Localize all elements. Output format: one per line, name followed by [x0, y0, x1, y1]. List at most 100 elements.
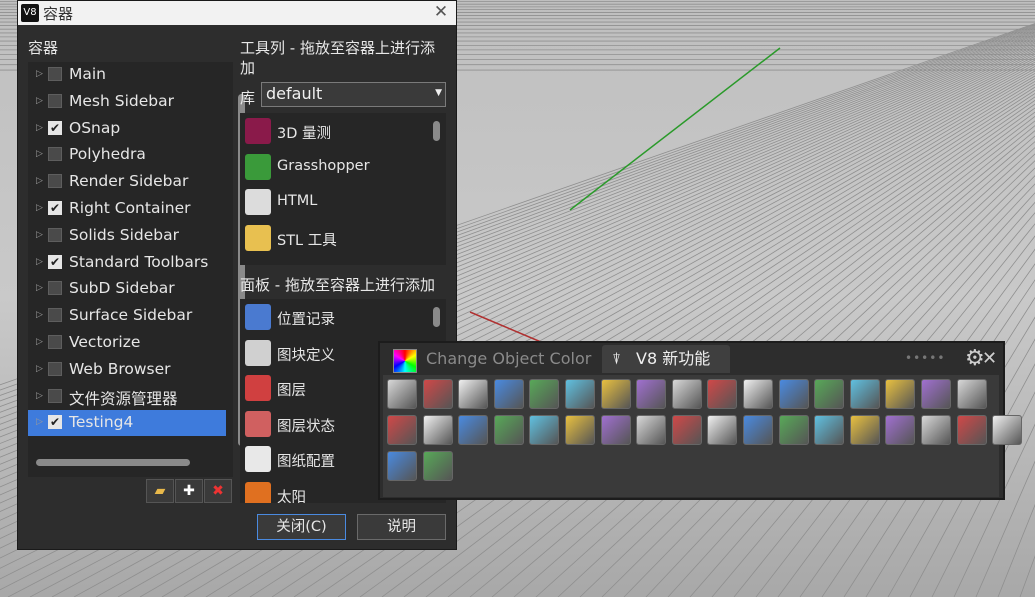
- display-icon[interactable]: [600, 379, 631, 409]
- transform-box-icon[interactable]: [707, 379, 738, 409]
- tab-change-object-color[interactable]: Change Object Color: [386, 345, 600, 373]
- frame-icon[interactable]: [671, 415, 702, 445]
- render-sphere-icon[interactable]: [458, 379, 489, 409]
- expand-triangle-icon[interactable]: ▷: [36, 337, 43, 347]
- dimension-icon[interactable]: [387, 415, 417, 445]
- expand-triangle-icon[interactable]: ▷: [36, 364, 43, 374]
- tree-item[interactable]: ▷ ✔ Standard Toolbars: [28, 250, 226, 276]
- close-icon[interactable]: ✕: [431, 1, 451, 23]
- windows-icon[interactable]: [387, 451, 417, 481]
- checkbox[interactable]: [48, 67, 62, 81]
- selection-rect-icon[interactable]: [814, 379, 845, 409]
- list-item[interactable]: STL 工具: [240, 220, 430, 256]
- list-item[interactable]: HTML: [240, 184, 430, 220]
- tree-item[interactable]: ▷ 文件资源管理器: [28, 384, 226, 410]
- expand-triangle-icon[interactable]: ▷: [36, 391, 43, 401]
- code-script-icon[interactable]: [529, 379, 560, 409]
- containers-tree[interactable]: ▷ Main ▷ Mesh Sidebar ▷ ✔ OSnap ▷ Polyhedra ▷ Rend…: [28, 62, 233, 477]
- tree-item[interactable]: ▷ Solids Sidebar: [28, 223, 226, 249]
- cube-pair-icon[interactable]: [600, 415, 631, 445]
- checkbox[interactable]: [48, 388, 62, 403]
- tree-item[interactable]: ▷ ✔ OSnap: [28, 116, 226, 142]
- rounded-square-icon[interactable]: [778, 379, 809, 409]
- checkbox[interactable]: ✔: [48, 201, 62, 215]
- close-icon[interactable]: ✕: [982, 348, 997, 370]
- view-capture-icon[interactable]: [422, 379, 453, 409]
- clipboard-icon[interactable]: [956, 415, 987, 445]
- list-item[interactable]: 位置记录: [240, 299, 430, 335]
- tree-item[interactable]: ▷ Render Sidebar: [28, 169, 226, 195]
- expand-triangle-icon[interactable]: ▷: [36, 417, 43, 427]
- cube-v-icon[interactable]: [956, 379, 987, 409]
- close-button[interactable]: 关闭(C): [257, 514, 346, 540]
- tree-item[interactable]: ▷ Main: [28, 62, 226, 88]
- checkbox[interactable]: ✔: [48, 415, 62, 430]
- surface-fold-icon[interactable]: [493, 415, 524, 445]
- expand-triangle-icon[interactable]: ▷: [36, 310, 43, 320]
- checker-icon[interactable]: [849, 415, 880, 445]
- extrude-blue-icon[interactable]: [814, 415, 845, 445]
- expand-triangle-icon[interactable]: ▷: [36, 69, 43, 79]
- grip-handle[interactable]: •••••: [905, 351, 945, 365]
- star-icon[interactable]: [885, 415, 916, 445]
- folder-yellow-icon[interactable]: [992, 415, 1023, 445]
- checkbox[interactable]: [48, 174, 62, 189]
- list-scrollbar[interactable]: [433, 121, 440, 141]
- checkbox[interactable]: [48, 361, 62, 376]
- tree-item[interactable]: ▷ Mesh Sidebar: [28, 89, 226, 115]
- checkbox[interactable]: [48, 308, 62, 323]
- add-container-button[interactable]: ✚: [175, 479, 203, 503]
- boolean-icon[interactable]: [493, 379, 524, 409]
- color-grid-icon[interactable]: [778, 415, 809, 445]
- expand-triangle-icon[interactable]: ▷: [36, 203, 43, 213]
- bend-icon[interactable]: [565, 415, 595, 445]
- tree-horizontal-scrollbar[interactable]: [36, 459, 190, 466]
- checkbox[interactable]: [48, 281, 62, 296]
- scatter-icon[interactable]: [849, 379, 880, 409]
- tree-item[interactable]: ▷ SubD Sidebar: [28, 276, 226, 302]
- box-grid-icon[interactable]: [565, 379, 595, 409]
- checkbox[interactable]: [48, 227, 62, 242]
- delete-container-button[interactable]: ✖: [204, 479, 232, 503]
- list-item[interactable]: Grasshopper: [240, 149, 430, 185]
- move-icon[interactable]: [422, 415, 453, 445]
- expand-triangle-icon[interactable]: ▷: [36, 176, 43, 186]
- expand-triangle-icon[interactable]: ▷: [36, 123, 43, 133]
- checkbox[interactable]: ✔: [48, 254, 62, 269]
- help-button[interactable]: 说明: [357, 514, 446, 540]
- house-icon[interactable]: [422, 451, 453, 481]
- head-icon[interactable]: [671, 379, 702, 409]
- pen-surface-icon[interactable]: [921, 415, 951, 445]
- expand-triangle-icon[interactable]: ▷: [36, 283, 43, 293]
- checkbox[interactable]: ✔: [48, 120, 62, 135]
- list-item[interactable]: 3D 量测: [240, 113, 430, 149]
- walk-icon[interactable]: [885, 379, 916, 409]
- flow-surface-icon[interactable]: [529, 415, 560, 445]
- tree-item[interactable]: ▷ ✔ Testing4: [28, 410, 226, 437]
- tree-item[interactable]: ▷ Web Browser: [28, 357, 226, 383]
- expand-triangle-icon[interactable]: ▷: [36, 96, 43, 106]
- toolbars-list[interactable]: 3D 量测 Grasshopper HTML STL 工具: [240, 113, 446, 265]
- expand-triangle-icon[interactable]: ▷: [36, 257, 43, 267]
- open-container-button[interactable]: ▰: [146, 479, 174, 503]
- expand-triangle-icon[interactable]: ▷: [36, 230, 43, 240]
- grid-surface-icon[interactable]: [921, 379, 951, 409]
- checkbox[interactable]: [48, 335, 62, 349]
- point-cloud-icon[interactable]: [743, 379, 773, 409]
- add-solid-icon[interactable]: [743, 415, 773, 445]
- tree-item[interactable]: ▷ ✔ Right Container: [28, 196, 226, 222]
- tree-item[interactable]: ▷ Surface Sidebar: [28, 303, 226, 329]
- checkbox[interactable]: [48, 93, 62, 108]
- cube-select-icon[interactable]: [636, 415, 667, 445]
- list-scrollbar[interactable]: [433, 307, 440, 327]
- tree-item[interactable]: ▷ Polyhedra: [28, 142, 226, 168]
- library-select[interactable]: default ▼: [261, 82, 446, 107]
- checkbox[interactable]: [48, 147, 62, 162]
- paint-brush-icon[interactable]: [636, 379, 667, 409]
- tab-v8-new-features[interactable]: ⍒ V8 新功能: [602, 345, 730, 373]
- refresh-icon[interactable]: [707, 415, 738, 445]
- curve-arrow-icon[interactable]: [458, 415, 489, 445]
- expand-triangle-icon[interactable]: ▷: [36, 149, 43, 159]
- mesh-points-icon[interactable]: [387, 379, 417, 409]
- tree-item[interactable]: ▷ Vectorize: [28, 330, 226, 356]
